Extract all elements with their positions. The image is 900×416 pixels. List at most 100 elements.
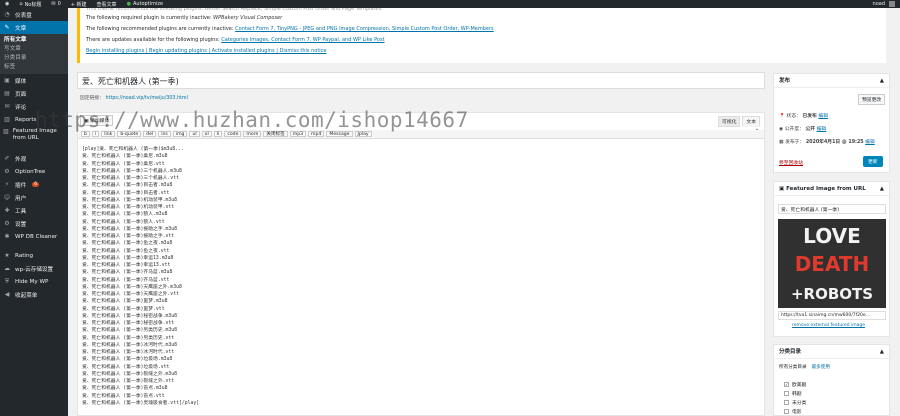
- publish-box-header[interactable]: 发布 ▲: [774, 74, 889, 88]
- svg-text:+ROBOTS: +ROBOTS: [791, 285, 873, 303]
- new-content-menu[interactable]: + 新建: [66, 0, 92, 8]
- submenu-all-posts[interactable]: 所有文章: [0, 36, 68, 45]
- sidebar-item-featured-image[interactable]: ▧ Featured Image from URL: [0, 126, 68, 148]
- visibility-row: ◉ 公开度： 公开 编辑: [779, 127, 827, 132]
- checkbox[interactable]: [784, 391, 789, 396]
- submenu-add-new[interactable]: 写文章: [0, 45, 68, 54]
- wp-logo-menu[interactable]: ◉: [0, 0, 14, 8]
- edit-status-link[interactable]: 编辑: [818, 114, 828, 119]
- checkbox[interactable]: ✓: [784, 382, 789, 387]
- qt-li[interactable]: li: [213, 131, 223, 137]
- qt-bold[interactable]: b: [81, 131, 90, 137]
- notice-actions-links[interactable]: Begin installing plugins | Begin updatin…: [86, 48, 327, 54]
- status-row: 📍 状态： 已发布 编辑: [779, 114, 828, 119]
- add-media-button[interactable]: ▣ 添加媒体: [80, 115, 114, 126]
- sidebar-item-comments[interactable]: ✉ 评论: [0, 100, 68, 113]
- submenu-tags[interactable]: 标签: [0, 63, 68, 72]
- admin-bar: ◉ ⌂ No标题 ✉ 0 + 新建 查看文章 ● Autoptimize noad: [0, 0, 900, 8]
- update-button[interactable]: 更新: [863, 156, 883, 167]
- qt-message[interactable]: Message: [326, 131, 353, 137]
- poster-image: LOVE DEATH +ROBOTS: [778, 219, 886, 308]
- notice-link-recommended[interactable]: Contact Form 7, TinyPNG - JPEG and PNG I…: [235, 26, 494, 32]
- sidebar-item-reports[interactable]: ▥ Reports: [0, 113, 68, 126]
- view-post-link[interactable]: 查看文章: [92, 0, 122, 8]
- submenu-categories[interactable]: 分类目录: [0, 54, 68, 63]
- sidebar-item-plugins[interactable]: ⚡ 插件 6: [0, 178, 68, 191]
- checkbox[interactable]: [784, 400, 789, 405]
- sidebar-item-tools[interactable]: ✚ 工具: [0, 204, 68, 217]
- featured-alt-input[interactable]: 爱、死亡和机器人 (第一季): [778, 204, 886, 214]
- qt-link[interactable]: link: [101, 131, 116, 137]
- sidebar-item-users[interactable]: ☺ 用户: [0, 191, 68, 204]
- qt-del[interactable]: del: [143, 131, 157, 137]
- tab-all-categories[interactable]: 所有分类目录: [779, 364, 807, 370]
- plugins-update-badge: 6: [32, 182, 40, 187]
- content-line: 爱、死亡和机器人 (第一季)秘密战争.m3u8: [82, 313, 178, 319]
- featured-url-input[interactable]: https://tva1.sinaimg.cn/mw600/7f20e...: [778, 311, 886, 320]
- comment-icon: ✉: [51, 1, 56, 7]
- post-title-input[interactable]: 爱、死亡和机器人 (第一季): [77, 72, 765, 89]
- wordpress-icon: ◉: [5, 1, 10, 7]
- sidebar-item-dashboard[interactable]: ◔ 仪表盘: [0, 8, 68, 21]
- comments-menu[interactable]: ✉ 0: [46, 0, 65, 8]
- post-content-textarea[interactable]: [play]爱、死亡和机器人 (第一季)$m3u8... 爱、死亡和机器人 (第一…: [82, 146, 199, 407]
- sidebar-collapse-menu[interactable]: ◀ 收起菜单: [0, 288, 68, 301]
- categories-box: 分类目录 ▲ 所有分类目录 最多使用 ✓ 欧美剧 韩剧 未分类 电影: [773, 344, 890, 416]
- tab-visual[interactable]: 可视化: [717, 116, 741, 127]
- category-item[interactable]: 韩剧: [784, 390, 802, 397]
- qt-code[interactable]: code: [224, 131, 242, 137]
- gear-icon: ⚙: [4, 168, 10, 175]
- dashboard-icon: ◔: [4, 11, 10, 18]
- content-line: 爱、死亡和机器人 (第一季)噩梦.vtt: [82, 306, 165, 312]
- site-name-menu[interactable]: ⌂ No标题: [14, 0, 46, 8]
- sidebar-item-rating[interactable]: ★ Rating: [0, 249, 68, 262]
- content-line: 爱、死亡和机器人 (第一季)裂缝之外.vtt: [82, 379, 175, 384]
- qt-more[interactable]: more: [243, 131, 262, 137]
- remove-featured-image-link[interactable]: remove external featured image: [792, 323, 865, 328]
- category-item[interactable]: ✓ 欧美剧: [784, 381, 806, 388]
- checkbox[interactable]: [784, 409, 789, 414]
- sidebar-item-optiontree[interactable]: ⚙ OptionTree: [0, 165, 68, 178]
- qt-mp4[interactable]: mp4: [308, 131, 325, 137]
- qt-mp3[interactable]: mp3: [289, 131, 307, 137]
- plugin-notice: This theme recommends the following plug…: [77, 8, 886, 63]
- categories-header[interactable]: 分类目录 ▲: [774, 345, 889, 359]
- qt-ul[interactable]: ul: [189, 131, 200, 137]
- qt-close-tags[interactable]: 关闭标签: [263, 131, 288, 137]
- edit-visibility-link[interactable]: 编辑: [817, 127, 827, 132]
- featured-image-header[interactable]: ▣ Featured Image from URL ▲: [774, 182, 889, 196]
- sidebar-item-cloud-storage[interactable]: ☁ wp-云存储设置: [0, 262, 68, 275]
- content-line: 爱、死亡和机器人 (第一季)目击者.vtt: [82, 190, 170, 196]
- sidebar-item-media[interactable]: ▣ 媒体: [0, 74, 68, 87]
- notice-link-updates[interactable]: Categories Images, Contact Form 7, WP Pa…: [221, 37, 384, 43]
- notice-line-2: The following required plugin is current…: [86, 15, 283, 21]
- notice-link-required[interactable]: WPBakery Visual Composer: [213, 15, 282, 21]
- sidebar-item-hide-my-wp[interactable]: ⛨ Hide My WP: [0, 275, 68, 288]
- sidebar-item-wp-db-cleaner[interactable]: ✱ WP DB Cleaner: [0, 230, 68, 243]
- content-line: 爱、死亡和机器人 (第一季)桑尼.m3u8: [82, 154, 168, 160]
- category-item[interactable]: 未分类: [784, 399, 806, 406]
- user-menu[interactable]: noad: [868, 0, 900, 8]
- sidebar-item-pages[interactable]: ▤ 页面: [0, 87, 68, 100]
- content-line: 爱、死亡和机器人 (第一季)三个机器人.vtt: [82, 176, 179, 181]
- autoptimize-menu[interactable]: ● Autoptimize: [122, 0, 168, 8]
- preview-changes-button[interactable]: 预览更改: [858, 94, 886, 105]
- tab-text[interactable]: 文本: [742, 116, 760, 127]
- qt-jplay[interactable]: Jplay: [354, 131, 372, 137]
- category-item[interactable]: 电影: [784, 408, 802, 415]
- qt-blockquote[interactable]: b-quote: [117, 131, 142, 137]
- qt-ol[interactable]: ol: [201, 131, 212, 137]
- qt-ins[interactable]: ins: [158, 131, 171, 137]
- sidebar-item-posts[interactable]: ✎ 文章: [0, 21, 68, 34]
- content-line: 爱、死亡和机器人 (第一季)垃圾场.vtt: [82, 364, 170, 370]
- move-to-trash-link[interactable]: 移至回收站: [779, 159, 803, 166]
- sidebar-item-settings[interactable]: ⚙ 设置: [0, 217, 68, 230]
- qt-img[interactable]: img: [172, 131, 188, 137]
- sidebar-item-appearance[interactable]: ✐ 外观: [0, 152, 68, 165]
- user-icon: ☺: [3, 194, 11, 201]
- permalink-link[interactable]: https://noad.vip/tv/meiju/303.html: [106, 96, 188, 101]
- content-line: 爱、死亡和机器人 (第一季)齐马蓝.m3u8: [82, 270, 173, 276]
- qt-italic[interactable]: i: [91, 131, 100, 137]
- tab-most-used[interactable]: 最多使用: [812, 364, 830, 370]
- edit-date-link[interactable]: 编辑: [865, 140, 875, 145]
